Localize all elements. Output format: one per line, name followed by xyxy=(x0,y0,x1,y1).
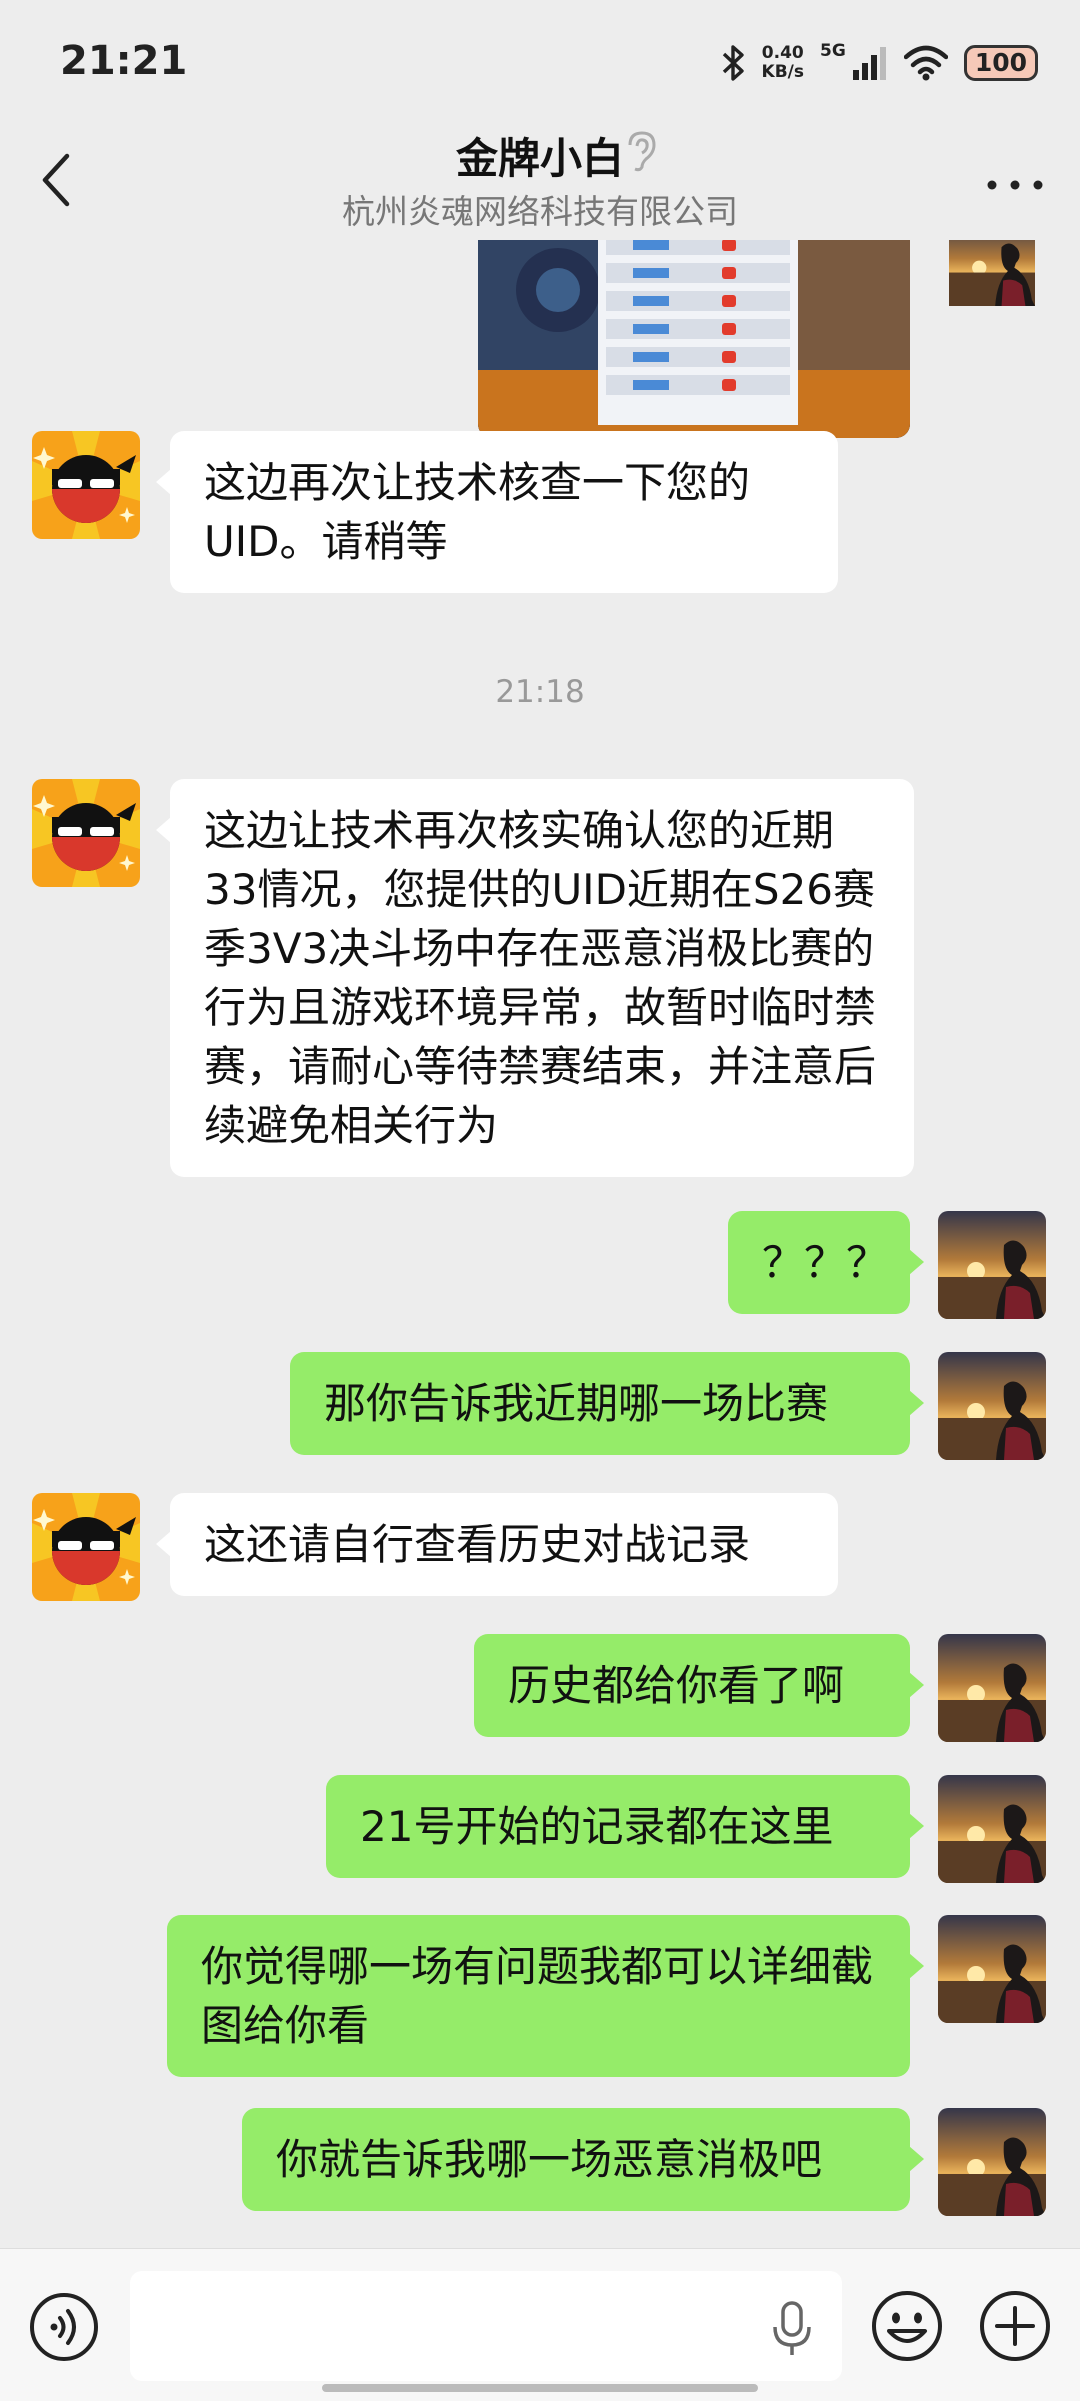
chat-area[interactable]: 这边再次让技术核查一下您的UID。请稍等 21:18 这边让技术再次核实确认您的… xyxy=(0,240,1080,2230)
message-bubble-sent[interactable]: ？？？ xyxy=(728,1211,924,1314)
plus-icon xyxy=(980,2291,1050,2361)
message-bubble-received[interactable]: 这还请自行查看历史对战记录 xyxy=(156,1493,838,1596)
message-bubble-sent[interactable]: 那你告诉我近期哪一场比赛 xyxy=(290,1352,924,1455)
more-dots-icon xyxy=(987,180,1043,190)
self-avatar[interactable] xyxy=(938,1775,1046,1883)
status-time: 21:21 xyxy=(60,38,188,84)
status-icons: 0.40 KB/s 5G 100 xyxy=(720,38,1038,88)
self-avatar[interactable] xyxy=(938,1352,1046,1460)
net-speed: 0.40 KB/s xyxy=(761,43,805,82)
wifi-icon xyxy=(903,45,948,81)
input-bar xyxy=(0,2248,1080,2401)
voice-icon xyxy=(30,2293,98,2361)
battery-indicator: 100 xyxy=(963,45,1038,81)
screenshot-thumbnail xyxy=(478,240,910,438)
contact-avatar[interactable] xyxy=(32,779,140,887)
self-avatar[interactable] xyxy=(938,2108,1046,2216)
chat-header: 金牌小白 杭州炎魂网络科技有限公司 xyxy=(0,125,1080,240)
message-bubble-received[interactable]: 这边让技术再次核实确认您的近期33情况，您提供的UID近期在S26赛季3V3决斗… xyxy=(156,779,914,1177)
message-bubble-sent[interactable]: 历史都给你看了啊 xyxy=(474,1634,924,1737)
shared-screenshot-image[interactable] xyxy=(478,240,910,438)
message-bubble-received[interactable]: 这边再次让技术核查一下您的UID。请稍等 xyxy=(156,431,838,593)
cellular-signal-icon xyxy=(852,47,886,80)
chat-subtitle: 杭州炎魂网络科技有限公司 xyxy=(342,192,738,231)
message-timestamp: 21:18 xyxy=(495,674,585,710)
voice-button[interactable] xyxy=(28,2291,100,2363)
self-avatar[interactable] xyxy=(938,1211,1046,1319)
message-bubble-sent[interactable]: 21号开始的记录都在这里 xyxy=(326,1775,924,1878)
message-bubble-sent[interactable]: 你就告诉我哪一场恶意消极吧 xyxy=(242,2108,924,2211)
microphone-icon[interactable] xyxy=(768,2301,816,2357)
more-button[interactable] xyxy=(980,170,1050,200)
emoji-icon xyxy=(872,2291,942,2361)
contact-avatar[interactable] xyxy=(32,431,140,539)
self-avatar[interactable] xyxy=(938,240,1046,306)
plus-button[interactable] xyxy=(978,2289,1052,2363)
self-avatar[interactable] xyxy=(938,1634,1046,1742)
emoji-button[interactable] xyxy=(870,2289,944,2363)
self-avatar[interactable] xyxy=(938,1915,1046,2023)
message-input[interactable] xyxy=(130,2271,842,2381)
bluetooth-icon xyxy=(722,45,744,81)
network-type-label: 5G xyxy=(820,41,846,61)
status-bar: 21:21 0.40 KB/s 5G 100 xyxy=(0,0,1080,125)
ear-icon xyxy=(628,131,656,172)
home-indicator[interactable] xyxy=(322,2384,758,2392)
contact-avatar[interactable] xyxy=(32,1493,140,1601)
message-bubble-sent[interactable]: 你觉得哪一场有问题我都可以详细截图给你看 xyxy=(167,1915,924,2077)
chat-title: 金牌小白 xyxy=(455,134,624,183)
